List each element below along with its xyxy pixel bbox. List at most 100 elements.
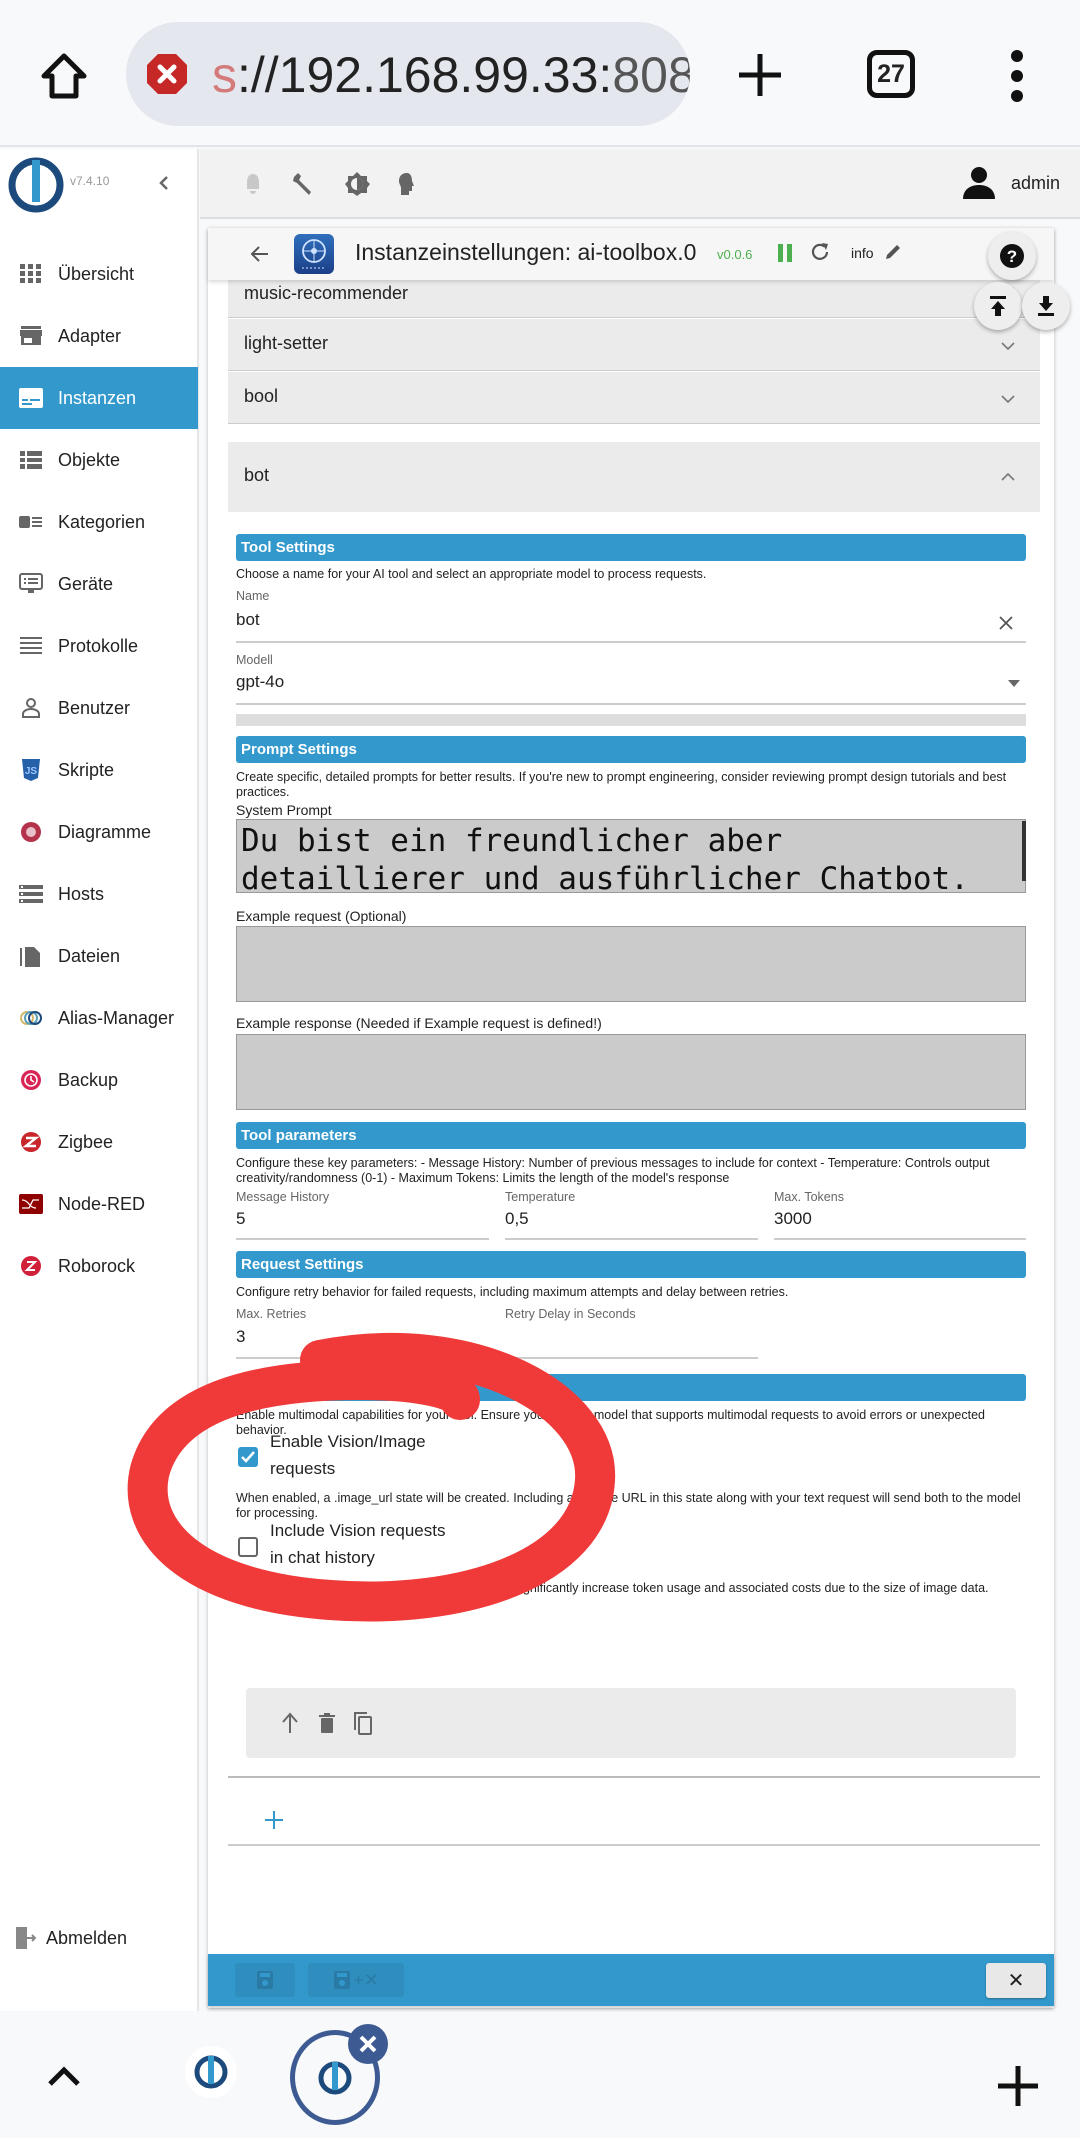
info-link[interactable]: info [851,245,874,261]
accordion-bool[interactable]: bool [228,372,1040,424]
sidebar-item-node-red[interactable]: Node-RED [0,1173,198,1235]
max-retries-underline [236,1357,489,1359]
sidebar-item-roborock[interactable]: Roborock [0,1235,198,1297]
new-tab-button[interactable] [735,50,785,100]
move-up-button[interactable] [280,1712,300,1734]
url-bar[interactable]: s://192.168.99.33:8081 [126,22,690,126]
sidebar-item-geräte[interactable]: Geräte [0,553,198,615]
include-vision-label-line2[interactable]: in chat history [270,1544,375,1571]
backup-icon [18,1069,44,1091]
add-tool-button[interactable] [264,1810,284,1830]
url-text[interactable]: s://192.168.99.33:8081 [212,46,690,104]
copy-button[interactable] [352,1710,374,1736]
download-config-button[interactable] [1022,282,1070,330]
back-button[interactable] [248,242,272,266]
sidebar-item-label: Geräte [58,573,114,594]
system-prompt-textarea[interactable]: Du bist ein freundlicher aber detaillier… [236,819,1026,893]
sidebar-item-backup[interactable]: Backup [0,1049,198,1111]
save-icon [257,1971,273,1989]
save-icon [334,1971,351,1989]
save-button[interactable] [235,1963,295,1997]
message-history-input[interactable]: 5 [236,1209,245,1229]
tab-thumbnail-1[interactable] [185,2046,237,2098]
theme-toggle-icon[interactable] [344,171,370,197]
zigbee-icon [18,1131,44,1153]
system-prompt-label: System Prompt [236,802,332,818]
hosts-icon [18,883,44,905]
sidebar-item-skripte[interactable]: JS Skripte [0,739,198,801]
insecure-warning-icon[interactable] [146,53,188,95]
delete-button[interactable] [318,1712,336,1734]
save-close-label: +✕ [353,1969,379,1990]
sidebar-item-instanzen[interactable]: Instanzen [0,367,198,429]
sidebar-item-dateien[interactable]: Dateien [0,925,198,987]
section-header-multimodality: Multimodality [236,1374,1026,1401]
grid-icon [18,263,44,285]
tool-settings-description: Choose a name for your AI tool and selec… [236,567,707,581]
name-field[interactable]: bot [236,610,260,630]
sidebar-item-label: Protokolle [58,635,139,656]
enable-vision-checkbox[interactable] [238,1447,258,1467]
checkmark-icon [241,1451,255,1463]
collapse-sidebar-button[interactable] [154,173,174,193]
save-and-close-button[interactable]: +✕ [308,1963,404,1997]
max-tokens-input[interactable]: 3000 [774,1209,812,1229]
browser-menu-button[interactable] [1005,48,1029,104]
upload-config-button[interactable] [974,282,1022,330]
textarea-scrollbar[interactable] [1022,821,1026,881]
max-retries-input[interactable]: 3 [236,1327,245,1347]
sidebar-item-protokolle[interactable]: Protokolle [0,615,198,677]
expand-tabs-icon[interactable] [46,2064,82,2088]
sidebar-item-benutzer[interactable]: Benutzer [0,677,198,739]
dropdown-arrow-icon[interactable] [1008,680,1020,688]
sidebar-item-alias-manager[interactable]: Alias-Manager [0,987,198,1049]
sidebar-item-zigbee[interactable]: Zigbee [0,1111,198,1173]
model-select[interactable]: gpt-4o [236,672,284,692]
sidebar-item-adapter[interactable]: Adapter [0,305,198,367]
app-version: v7.4.10 [70,174,110,188]
user-menu[interactable]: admin [961,165,1060,201]
iobroker-logo[interactable] [8,157,64,213]
sidebar-item-label: Dateien [58,945,121,966]
dialog-title: Instanzeinstellungen: ai-toolbox.0 [355,239,697,265]
logout-button[interactable]: Abmelden [14,1926,127,1950]
home-button[interactable] [38,50,90,102]
model-field-label: Modell [236,653,273,667]
close-tab-button[interactable] [348,2024,388,2064]
plus-icon [739,54,781,96]
example-request-textarea[interactable] [236,926,1026,1002]
help-icon: ? [1000,244,1024,268]
home-icon [41,53,87,99]
sidebar-item-kategorien[interactable]: Kategorien [0,491,198,553]
sidebar-item-hosts[interactable]: Hosts [0,863,198,925]
close-icon: ✕ [1007,1970,1025,1992]
example-response-textarea[interactable] [236,1034,1026,1110]
prompt-settings-description: Create specific, detailed prompts for be… [236,770,1007,799]
clear-name-button[interactable] [998,615,1014,631]
accordion-bot[interactable]: bot [228,442,1040,512]
enable-vision-label-line2[interactable]: requests [270,1455,335,1482]
include-vision-history-checkbox[interactable] [238,1537,258,1557]
notifications-bell-icon[interactable] [240,171,266,197]
sidebar-item-diagramme[interactable]: Diagramme [0,801,198,863]
help-button[interactable]: ? [988,232,1036,280]
sidebar-item-label: Objekte [58,449,121,470]
temperature-input[interactable]: 0,5 [505,1209,529,1229]
tab-switcher-button[interactable]: 27 [867,50,915,98]
new-tab-plus-icon[interactable] [996,2064,1040,2108]
expert-mode-icon[interactable] [394,171,420,197]
sidebar-item-übersicht[interactable]: Übersicht [0,243,198,305]
svg-text:JS: JS [25,766,38,777]
include-vision-label-line1[interactable]: Include Vision requests [270,1517,445,1544]
pause-instance-button[interactable] [777,244,793,262]
enable-vision-label-line1[interactable]: Enable Vision/Image [270,1428,426,1455]
wrench-icon[interactable] [290,171,316,197]
sidebar-item-label: Node-RED [58,1193,146,1214]
close-dialog-button[interactable]: ✕ [986,1963,1046,1998]
accordion-light-setter[interactable]: light-setter [228,319,1040,371]
edit-pencil-icon[interactable] [884,243,902,261]
restart-instance-button[interactable] [809,241,831,263]
example-request-label: Example request (Optional) [236,908,407,924]
accordion-music-recommender[interactable]: music-recommender [228,280,1040,318]
sidebar-item-objekte[interactable]: Objekte [0,429,198,491]
